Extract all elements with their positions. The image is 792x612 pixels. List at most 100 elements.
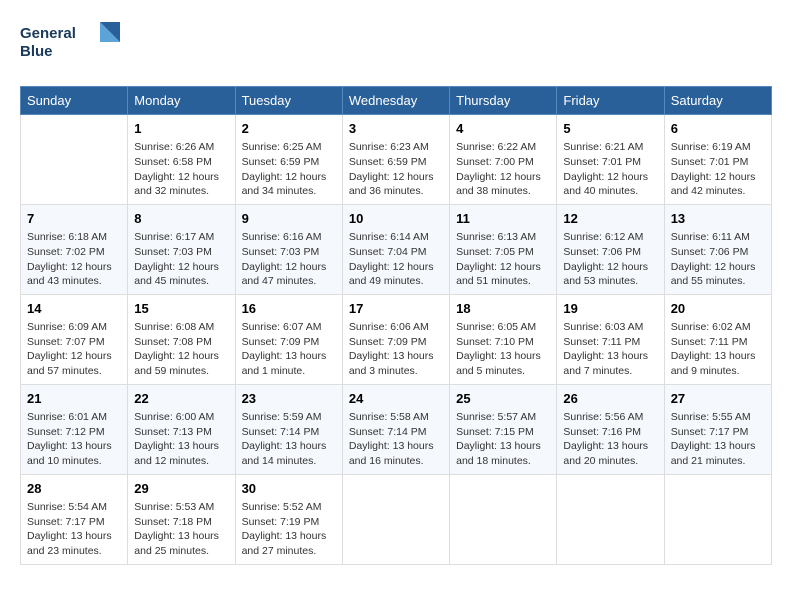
calendar-cell: 26 Sunrise: 5:56 AM Sunset: 7:16 PM Dayli…: [557, 384, 664, 474]
calendar-cell: [664, 474, 771, 564]
day-number: 25: [456, 390, 550, 408]
day-number: 26: [563, 390, 657, 408]
page-header: General Blue: [20, 20, 772, 70]
calendar-cell: 21 Sunrise: 6:01 AM Sunset: 7:12 PM Dayli…: [21, 384, 128, 474]
day-number: 6: [671, 120, 765, 138]
day-number: 17: [349, 300, 443, 318]
day-info: Sunrise: 6:00 AM Sunset: 7:13 PM Dayligh…: [134, 410, 228, 469]
weekday-header-monday: Monday: [128, 87, 235, 115]
day-info: Sunrise: 6:21 AM Sunset: 7:01 PM Dayligh…: [563, 140, 657, 199]
day-info: Sunrise: 6:02 AM Sunset: 7:11 PM Dayligh…: [671, 320, 765, 379]
calendar-cell: 7 Sunrise: 6:18 AM Sunset: 7:02 PM Daylig…: [21, 204, 128, 294]
weekday-header-friday: Friday: [557, 87, 664, 115]
calendar-cell: [450, 474, 557, 564]
day-info: Sunrise: 5:55 AM Sunset: 7:17 PM Dayligh…: [671, 410, 765, 469]
day-number: 22: [134, 390, 228, 408]
day-info: Sunrise: 6:01 AM Sunset: 7:12 PM Dayligh…: [27, 410, 121, 469]
calendar-cell: 8 Sunrise: 6:17 AM Sunset: 7:03 PM Daylig…: [128, 204, 235, 294]
day-info: Sunrise: 6:06 AM Sunset: 7:09 PM Dayligh…: [349, 320, 443, 379]
day-info: Sunrise: 5:52 AM Sunset: 7:19 PM Dayligh…: [242, 500, 336, 559]
day-info: Sunrise: 5:58 AM Sunset: 7:14 PM Dayligh…: [349, 410, 443, 469]
day-info: Sunrise: 6:26 AM Sunset: 6:58 PM Dayligh…: [134, 140, 228, 199]
day-info: Sunrise: 5:56 AM Sunset: 7:16 PM Dayligh…: [563, 410, 657, 469]
day-info: Sunrise: 6:14 AM Sunset: 7:04 PM Dayligh…: [349, 230, 443, 289]
calendar-cell: 29 Sunrise: 5:53 AM Sunset: 7:18 PM Dayli…: [128, 474, 235, 564]
day-number: 7: [27, 210, 121, 228]
day-info: Sunrise: 6:13 AM Sunset: 7:05 PM Dayligh…: [456, 230, 550, 289]
calendar-cell: 22 Sunrise: 6:00 AM Sunset: 7:13 PM Dayli…: [128, 384, 235, 474]
week-row-1: 1 Sunrise: 6:26 AM Sunset: 6:58 PM Daylig…: [21, 115, 772, 205]
day-number: 14: [27, 300, 121, 318]
weekday-header-sunday: Sunday: [21, 87, 128, 115]
day-number: 29: [134, 480, 228, 498]
weekday-header-tuesday: Tuesday: [235, 87, 342, 115]
day-info: Sunrise: 6:07 AM Sunset: 7:09 PM Dayligh…: [242, 320, 336, 379]
calendar-cell: 24 Sunrise: 5:58 AM Sunset: 7:14 PM Dayli…: [342, 384, 449, 474]
day-info: Sunrise: 6:03 AM Sunset: 7:11 PM Dayligh…: [563, 320, 657, 379]
calendar-cell: 2 Sunrise: 6:25 AM Sunset: 6:59 PM Daylig…: [235, 115, 342, 205]
day-info: Sunrise: 6:18 AM Sunset: 7:02 PM Dayligh…: [27, 230, 121, 289]
weekday-header-wednesday: Wednesday: [342, 87, 449, 115]
calendar-cell: 6Sunrise: 6:19 AM Sunset: 7:01 PM Daylig…: [664, 115, 771, 205]
day-number: 20: [671, 300, 765, 318]
calendar-cell: [342, 474, 449, 564]
calendar-cell: 27 Sunrise: 5:55 AM Sunset: 7:17 PM Dayli…: [664, 384, 771, 474]
logo: General Blue: [20, 20, 130, 70]
calendar-cell: 4 Sunrise: 6:22 AM Sunset: 7:00 PM Daylig…: [450, 115, 557, 205]
calendar-cell: 16 Sunrise: 6:07 AM Sunset: 7:09 PM Dayli…: [235, 294, 342, 384]
calendar-cell: 5Sunrise: 6:21 AM Sunset: 7:01 PM Daylig…: [557, 115, 664, 205]
week-row-2: 7 Sunrise: 6:18 AM Sunset: 7:02 PM Daylig…: [21, 204, 772, 294]
day-number: 1: [134, 120, 228, 138]
day-info: Sunrise: 5:53 AM Sunset: 7:18 PM Dayligh…: [134, 500, 228, 559]
day-number: 18: [456, 300, 550, 318]
calendar-cell: 13Sunrise: 6:11 AM Sunset: 7:06 PM Dayli…: [664, 204, 771, 294]
day-info: Sunrise: 6:17 AM Sunset: 7:03 PM Dayligh…: [134, 230, 228, 289]
weekday-header-thursday: Thursday: [450, 87, 557, 115]
calendar-cell: 17 Sunrise: 6:06 AM Sunset: 7:09 PM Dayli…: [342, 294, 449, 384]
day-number: 16: [242, 300, 336, 318]
day-info: Sunrise: 6:22 AM Sunset: 7:00 PM Dayligh…: [456, 140, 550, 199]
calendar-cell: 12Sunrise: 6:12 AM Sunset: 7:06 PM Dayli…: [557, 204, 664, 294]
calendar-cell: 23Sunrise: 5:59 AM Sunset: 7:14 PM Dayli…: [235, 384, 342, 474]
day-number: 4: [456, 120, 550, 138]
calendar-cell: 14Sunrise: 6:09 AM Sunset: 7:07 PM Dayli…: [21, 294, 128, 384]
day-number: 3: [349, 120, 443, 138]
calendar-cell: 28 Sunrise: 5:54 AM Sunset: 7:17 PM Dayli…: [21, 474, 128, 564]
day-number: 12: [563, 210, 657, 228]
svg-text:Blue: Blue: [20, 43, 53, 60]
calendar-cell: [21, 115, 128, 205]
svg-text:General: General: [20, 25, 76, 42]
calendar-cell: 19 Sunrise: 6:03 AM Sunset: 7:11 PM Dayli…: [557, 294, 664, 384]
week-row-3: 14Sunrise: 6:09 AM Sunset: 7:07 PM Dayli…: [21, 294, 772, 384]
week-row-4: 21 Sunrise: 6:01 AM Sunset: 7:12 PM Dayli…: [21, 384, 772, 474]
day-number: 23: [242, 390, 336, 408]
calendar-cell: 20 Sunrise: 6:02 AM Sunset: 7:11 PM Dayli…: [664, 294, 771, 384]
calendar-cell: 25 Sunrise: 5:57 AM Sunset: 7:15 PM Dayli…: [450, 384, 557, 474]
day-info: Sunrise: 6:08 AM Sunset: 7:08 PM Dayligh…: [134, 320, 228, 379]
day-number: 13: [671, 210, 765, 228]
calendar-cell: 11 Sunrise: 6:13 AM Sunset: 7:05 PM Dayli…: [450, 204, 557, 294]
day-number: 2: [242, 120, 336, 138]
calendar-cell: [557, 474, 664, 564]
day-number: 8: [134, 210, 228, 228]
day-info: Sunrise: 6:05 AM Sunset: 7:10 PM Dayligh…: [456, 320, 550, 379]
calendar-cell: 10Sunrise: 6:14 AM Sunset: 7:04 PM Dayli…: [342, 204, 449, 294]
calendar-cell: 3 Sunrise: 6:23 AM Sunset: 6:59 PM Daylig…: [342, 115, 449, 205]
day-info: Sunrise: 6:23 AM Sunset: 6:59 PM Dayligh…: [349, 140, 443, 199]
day-info: Sunrise: 5:54 AM Sunset: 7:17 PM Dayligh…: [27, 500, 121, 559]
week-row-5: 28 Sunrise: 5:54 AM Sunset: 7:17 PM Dayli…: [21, 474, 772, 564]
calendar-cell: 9Sunrise: 6:16 AM Sunset: 7:03 PM Daylig…: [235, 204, 342, 294]
day-number: 28: [27, 480, 121, 498]
weekday-header-row: SundayMondayTuesdayWednesdayThursdayFrid…: [21, 87, 772, 115]
day-info: Sunrise: 5:57 AM Sunset: 7:15 PM Dayligh…: [456, 410, 550, 469]
day-number: 19: [563, 300, 657, 318]
calendar-cell: 30 Sunrise: 5:52 AM Sunset: 7:19 PM Dayli…: [235, 474, 342, 564]
day-number: 27: [671, 390, 765, 408]
day-info: Sunrise: 6:25 AM Sunset: 6:59 PM Dayligh…: [242, 140, 336, 199]
day-number: 15: [134, 300, 228, 318]
day-number: 11: [456, 210, 550, 228]
day-number: 24: [349, 390, 443, 408]
logo-svg: General Blue: [20, 20, 130, 70]
day-number: 21: [27, 390, 121, 408]
day-number: 30: [242, 480, 336, 498]
